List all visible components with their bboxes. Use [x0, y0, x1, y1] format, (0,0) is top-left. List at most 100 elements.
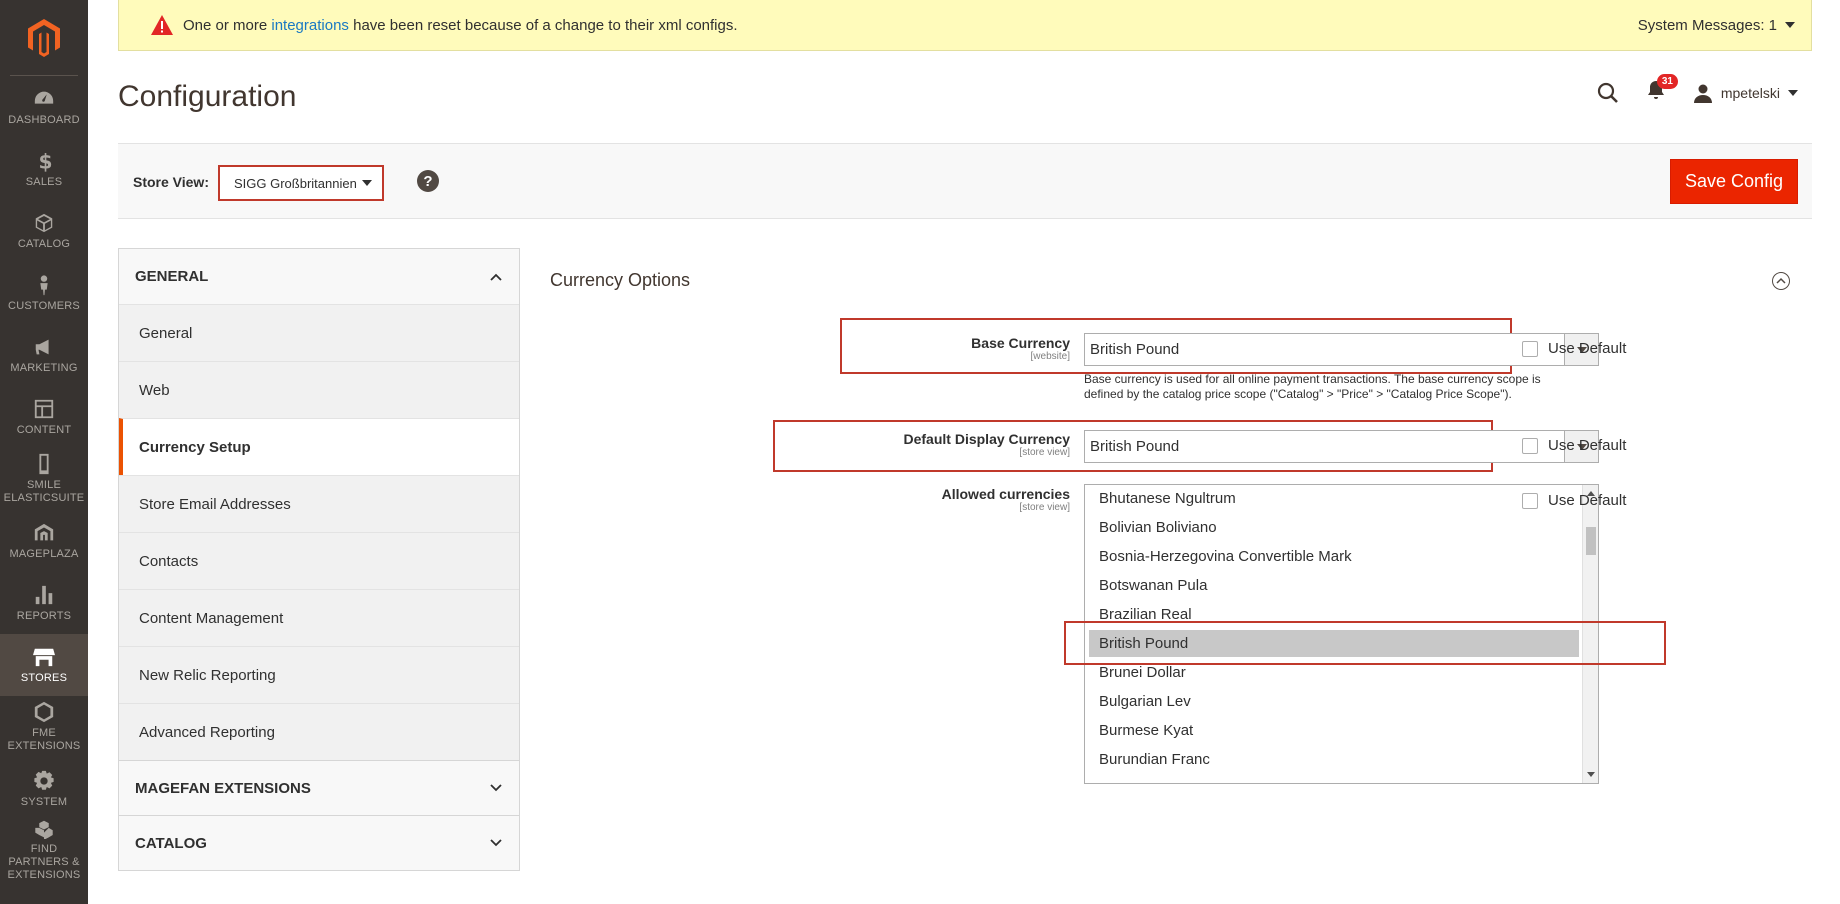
currency-option[interactable]: Bosnia-Herzegovina Convertible Mark: [1089, 543, 1579, 570]
dashboard-icon: [34, 91, 54, 104]
bar-chart-icon: [35, 585, 53, 604]
magento-logo-icon: [28, 18, 60, 57]
header-actions: 31 mpetelski: [1597, 74, 1798, 105]
tab-group-title: GENERAL: [135, 268, 209, 285]
nav-customers[interactable]: Customers: [0, 262, 88, 324]
nav-label: Stores: [20, 671, 68, 684]
dollar-icon: $: [39, 150, 53, 172]
currency-option[interactable]: Bolivian Boliviano: [1089, 514, 1579, 541]
nav-label: FME Extensions: [7, 727, 81, 752]
tab-content-management[interactable]: Content Management: [119, 589, 519, 646]
nav-stores[interactable]: Stores: [0, 634, 88, 696]
display-currency-use-default[interactable]: Use Default: [1522, 437, 1626, 454]
page-actions-toolbar: Store View: SIGG Großbritannien ? Save C…: [118, 143, 1812, 219]
store-view-label: Store View:: [133, 174, 209, 190]
nav-label: Mageplaza: [9, 547, 79, 560]
nav-marketing[interactable]: Marketing: [0, 324, 88, 386]
nav-label: Sales: [25, 175, 63, 188]
tab-group-catalog[interactable]: CATALOG: [119, 815, 519, 870]
nav-fme-extensions[interactable]: FME Extensions: [0, 696, 88, 758]
tab-web[interactable]: Web: [119, 361, 519, 418]
svg-text:$: $: [39, 150, 53, 172]
nav-label: Marketing: [10, 361, 78, 374]
notifications[interactable]: 31: [1647, 74, 1678, 105]
display-currency-value: British Pound: [1090, 438, 1180, 455]
currency-option[interactable]: Burmese Kyat: [1089, 717, 1579, 744]
scroll-down-icon[interactable]: [1587, 772, 1595, 777]
store-view-value: SIGG Großbritannien: [234, 175, 357, 191]
cubes-icon: [35, 820, 53, 839]
tab-new-relic-reporting[interactable]: New Relic Reporting: [119, 646, 519, 703]
box-icon: [35, 213, 53, 232]
currency-option[interactable]: Bulgarian Lev: [1089, 688, 1579, 715]
nav-catalog[interactable]: Catalog: [0, 200, 88, 262]
chevron-down-icon: [362, 180, 372, 186]
allowed-currencies-scope: [store view]: [1019, 502, 1070, 513]
base-currency-scope: [website]: [1030, 351, 1070, 362]
tab-general[interactable]: General: [119, 304, 519, 361]
base-currency-note: Base currency is used for all online pay…: [1084, 372, 1604, 402]
nav-reports[interactable]: Reports: [0, 572, 88, 634]
chevron-down-icon: [1788, 89, 1798, 96]
allowed-currencies-label-text: Allowed currencies: [941, 486, 1070, 502]
megaphone-icon: [35, 339, 49, 354]
currency-option[interactable]: Burundian Franc: [1089, 746, 1579, 773]
nav-smile-elasticsuite[interactable]: Smile Elasticsuite: [0, 448, 88, 510]
use-default-label: Use Default: [1548, 340, 1627, 357]
tab-advanced-reporting[interactable]: Advanced Reporting: [119, 703, 519, 760]
system-message-bar: One or more integrations have been reset…: [118, 0, 1812, 51]
nav-dashboard[interactable]: Dashboard: [0, 76, 88, 138]
person-icon: [40, 274, 48, 295]
tab-store-email-addresses[interactable]: Store Email Addresses: [119, 475, 519, 532]
scrollbar-thumb[interactable]: [1586, 527, 1596, 555]
base-currency-label: Base Currency [website]: [870, 335, 1070, 363]
allowed-currencies-label: Allowed currencies [store view]: [870, 486, 1070, 514]
base-currency-value: British Pound: [1090, 341, 1180, 358]
nav-label: Content: [16, 423, 72, 436]
search-icon[interactable]: [1597, 82, 1619, 104]
phone-icon: [39, 453, 49, 475]
magento-logo[interactable]: [10, 0, 78, 76]
nav-mageplaza[interactable]: Mageplaza: [0, 510, 88, 572]
nav-content[interactable]: Content: [0, 386, 88, 448]
user-icon: [1693, 84, 1712, 103]
currency-option[interactable]: Bhutanese Ngultrum: [1089, 485, 1579, 512]
save-config-button[interactable]: Save Config: [1670, 159, 1798, 204]
tab-group-magefan-extensions[interactable]: MAGEFAN EXTENSIONS: [119, 760, 519, 815]
currency-option[interactable]: Botswanan Pula: [1089, 572, 1579, 599]
tab-currency-setup[interactable]: Currency Setup: [119, 418, 519, 475]
system-message-suffix: have been reset because of a change to t…: [348, 16, 738, 34]
user-menu[interactable]: mpetelski: [1693, 83, 1798, 103]
nav-label: Customers: [8, 299, 80, 312]
config-tabs: GENERAL General Web Currency Setup Store…: [118, 248, 520, 871]
base-currency-use-default[interactable]: Use Default: [1522, 340, 1626, 357]
notifications-badge: 31: [1656, 74, 1678, 89]
nav-system[interactable]: System: [0, 758, 88, 820]
nav-sales[interactable]: $ Sales: [0, 138, 88, 200]
system-messages-count: System Messages: 1: [1637, 16, 1777, 34]
section-title[interactable]: Currency Options: [550, 270, 690, 291]
collapse-section-icon[interactable]: [1772, 272, 1790, 290]
integrations-link[interactable]: integrations: [271, 17, 349, 34]
base-currency-note-line-2: defined by the catalog price scope ("Cat…: [1084, 387, 1512, 401]
use-default-checkbox[interactable]: [1522, 492, 1538, 509]
help-icon[interactable]: ?: [417, 170, 439, 192]
display-currency-label-text: Default Display Currency: [903, 431, 1071, 447]
display-currency-label: Default Display Currency [store view]: [810, 431, 1071, 459]
system-message-text: One or more integrations have been reset…: [183, 17, 738, 34]
store-view-switcher[interactable]: SIGG Großbritannien: [218, 165, 384, 201]
use-default-checkbox[interactable]: [1522, 340, 1538, 357]
hexagon-icon: [34, 701, 54, 723]
allowed-currencies-use-default[interactable]: Use Default: [1522, 492, 1626, 509]
tab-contacts[interactable]: Contacts: [119, 532, 519, 589]
warning-icon: [151, 15, 173, 35]
tab-group-title: MAGEFAN EXTENSIONS: [135, 779, 311, 797]
nav-find-partners[interactable]: Find Partners & Extensions: [0, 820, 88, 882]
use-default-checkbox[interactable]: [1522, 437, 1538, 454]
page-title: Configuration: [118, 80, 297, 113]
system-messages-toggle[interactable]: System Messages: 1: [1638, 17, 1795, 34]
chevron-down-icon: [1785, 22, 1795, 28]
tab-group-general[interactable]: GENERAL: [119, 249, 519, 304]
use-default-label: Use Default: [1548, 437, 1627, 454]
nav-label: Smile Elasticsuite: [3, 479, 85, 504]
